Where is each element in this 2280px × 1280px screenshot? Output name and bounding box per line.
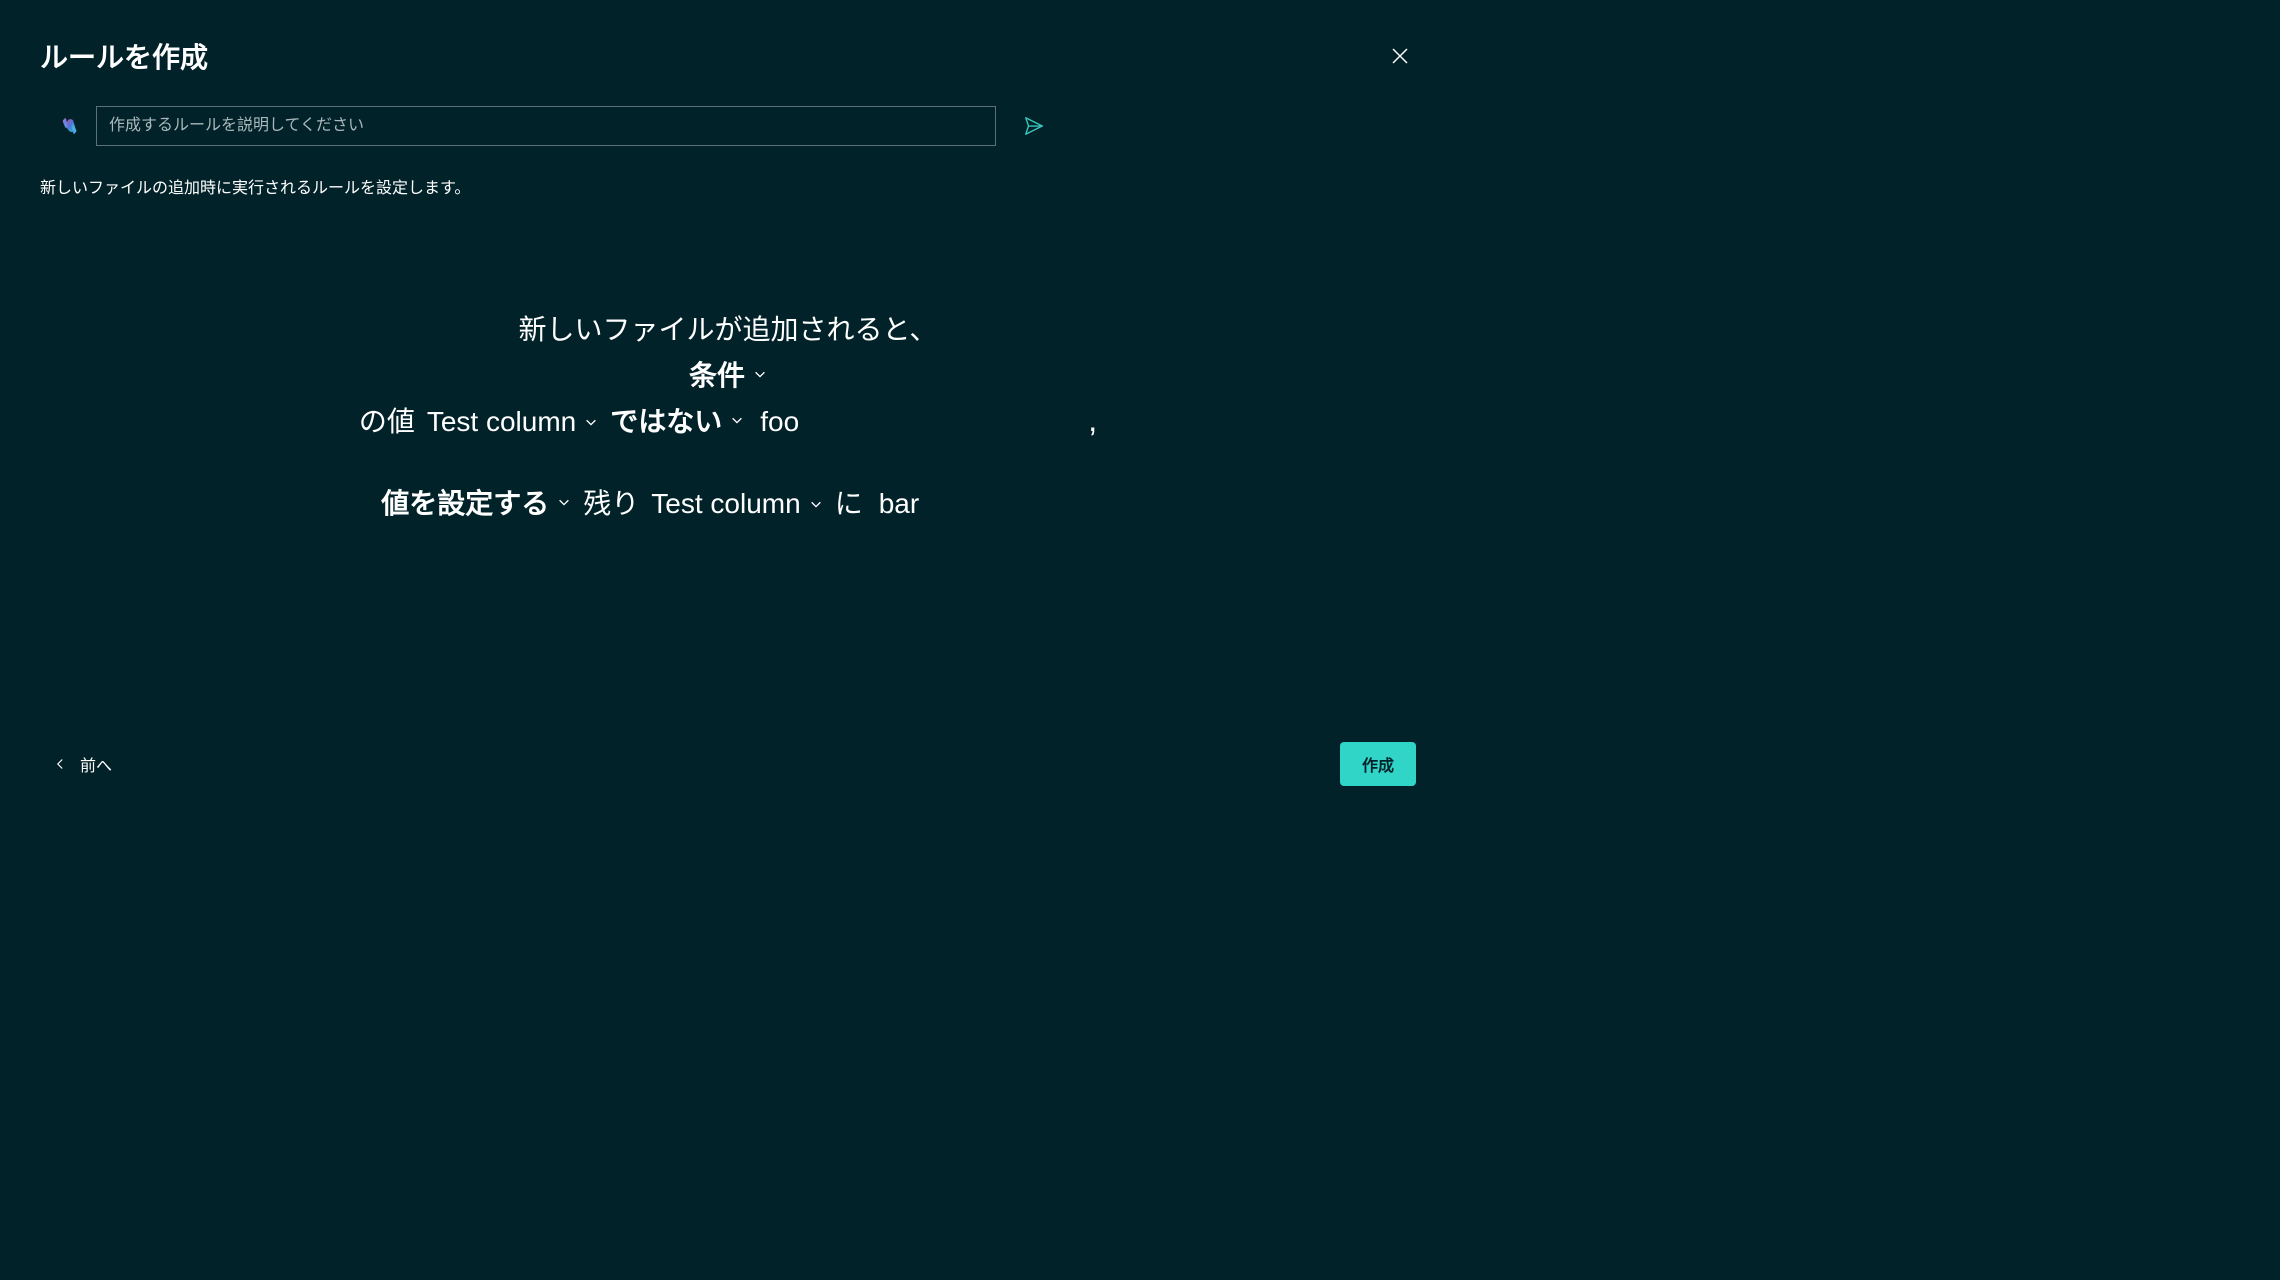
dialog-header: ルールを作成 (0, 0, 1456, 96)
operator-label: ではない (610, 400, 722, 440)
action-value-input[interactable] (875, 488, 1075, 521)
trigger-line: 新しいファイルが追加されると、 (519, 308, 938, 348)
close-icon (1391, 47, 1409, 65)
create-button[interactable]: 作成 (1340, 742, 1416, 786)
trigger-text: 新しいファイルが追加されると、 (519, 308, 938, 348)
condition-column-dropdown[interactable]: Test column (427, 406, 598, 438)
send-button[interactable] (1020, 112, 1048, 140)
copilot-icon (60, 116, 80, 136)
value-of-label: の値 (359, 400, 415, 440)
action-dropdown[interactable]: 値を設定する (381, 482, 571, 522)
chevron-left-icon (54, 757, 66, 771)
rule-builder: 新しいファイルが追加されると、 条件 の値 Test column ではない , (0, 308, 1456, 522)
back-button[interactable]: 前へ (54, 752, 112, 776)
remaining-label: 残り (583, 482, 639, 522)
condition-line: の値 Test column ではない , (359, 400, 1097, 440)
operator-dropdown[interactable]: ではない (610, 400, 744, 440)
condition-header-line: 条件 (689, 354, 767, 394)
chevron-down-icon (584, 415, 598, 429)
comma-text: , (1088, 402, 1097, 439)
action-line: 値を設定する 残り Test column に (381, 482, 1074, 522)
action-label: 値を設定する (381, 482, 549, 522)
condition-dropdown[interactable]: 条件 (689, 354, 767, 394)
chevron-down-icon (753, 367, 767, 381)
dialog-footer: 前へ 作成 (0, 742, 1456, 786)
action-column-dropdown[interactable]: Test column (651, 488, 822, 520)
condition-column-value: Test column (427, 406, 576, 438)
rule-description-input[interactable] (96, 106, 996, 146)
action-column-value: Test column (651, 488, 800, 520)
page-title: ルールを作成 (40, 36, 208, 76)
to-label: に (835, 482, 863, 522)
chevron-down-icon (809, 497, 823, 511)
chevron-down-icon (557, 495, 571, 509)
copilot-prompt-row (0, 106, 1456, 146)
send-icon (1023, 115, 1045, 137)
chevron-down-icon (730, 413, 744, 427)
rule-description-text: 新しいファイルの追加時に実行されるルールを設定します。 (0, 146, 1456, 198)
back-label: 前へ (80, 752, 112, 776)
condition-value-input[interactable] (756, 406, 1076, 439)
close-button[interactable] (1384, 40, 1416, 72)
condition-label: 条件 (689, 354, 745, 394)
